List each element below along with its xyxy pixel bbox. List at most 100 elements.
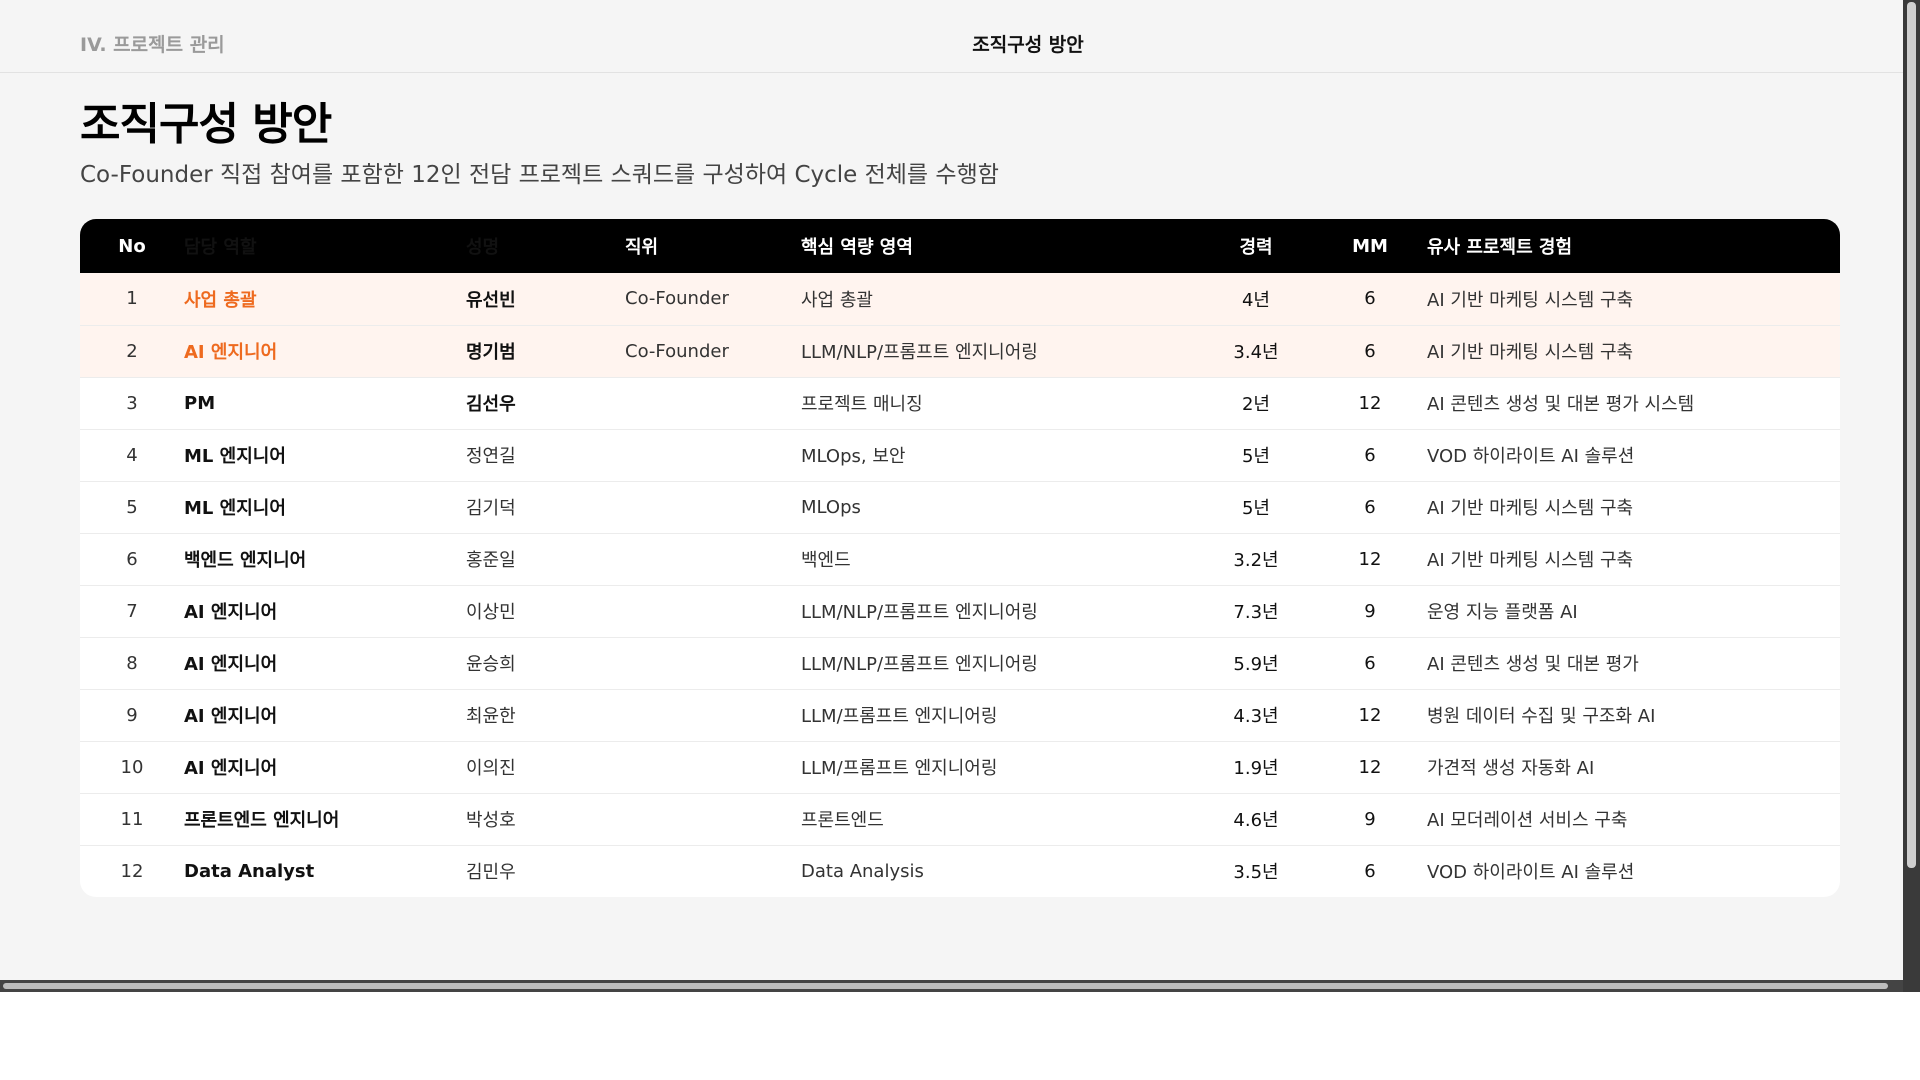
cell-mm: 12	[1358, 704, 1382, 726]
cell-project: AI 기반 마케팅 시스템 구축	[1427, 550, 1634, 571]
cell-name: 김기덕	[466, 498, 516, 519]
vertical-scrollbar-thumb[interactable]	[1907, 2, 1916, 868]
table-row: 10 AI 엔지니어 이의진 LLM/프롬프트 엔지니어링 1.9년 12 가견적 생성 자…	[80, 741, 1840, 793]
cell-name: 윤승희	[466, 654, 516, 675]
cell-career: 4년	[1241, 289, 1270, 311]
cell-career: 5년	[1241, 446, 1270, 467]
table-row: 2 AI 엔지니어 명기범 Co-Founder LLM/NLP/프롬프트 엔지니어링 3…	[80, 325, 1840, 377]
cell-career: 2년	[1241, 394, 1270, 415]
table-row: 12 Data Analyst 김민우 Data Analysis 3.5년 6 VOD 하…	[80, 845, 1840, 897]
cell-position	[625, 637, 801, 689]
cell-no: 7	[126, 600, 138, 622]
horizontal-scrollbar-thumb[interactable]	[3, 983, 1888, 989]
cell-area: 사업 총괄	[801, 289, 873, 311]
column-header-area: 핵심 역량 영역	[801, 237, 913, 258]
column-header-name: 성명	[466, 237, 500, 258]
cell-name: 이상민	[466, 602, 516, 623]
header-title: 조직구성 방안	[972, 34, 1084, 56]
cell-no: 12	[120, 860, 144, 882]
cell-position	[625, 741, 801, 793]
cell-name: 김선우	[466, 394, 516, 415]
cell-career: 3.2년	[1233, 550, 1279, 571]
cell-project: AI 기반 마케팅 시스템 구축	[1427, 342, 1634, 363]
top-bar: IV. 프로젝트 관리 조직구성 방안	[0, 0, 1903, 73]
organization-table-card: No 담당 역할 성명 직위 핵심 역량 영역 경력 MM 유사 프로젝트 경험…	[80, 219, 1840, 897]
cell-role: AI 엔지니어	[184, 706, 278, 727]
table-row: 6 백엔드 엔지니어 홍준일 백엔드 3.2년 12 AI 기반 마케팅 시스템 구축	[80, 533, 1840, 585]
cell-area: 백엔드	[801, 550, 851, 571]
cell-area: LLM/NLP/프롬프트 엔지니어링	[801, 342, 1038, 363]
horizontal-scrollbar[interactable]	[0, 980, 1903, 992]
table-row: 5 ML 엔지니어 김기덕 MLOps 5년 6 AI 기반 마케팅 시스템 구축	[80, 481, 1840, 533]
cell-mm: 12	[1358, 392, 1382, 414]
cell-career: 3.4년	[1233, 342, 1279, 363]
table-row: 1 사업 총괄 유선빈 Co-Founder 사업 총괄 4년 6 AI 기반 마케팅 시스템…	[80, 273, 1840, 325]
cell-mm: 6	[1364, 652, 1376, 674]
cell-role: AI 엔지니어	[184, 758, 278, 779]
slide: IV. 프로젝트 관리 조직구성 방안 조직구성 방안 Co-Founder 직…	[0, 0, 1903, 980]
cell-area: LLM/NLP/프롬프트 엔지니어링	[801, 602, 1038, 623]
cell-name: 김민우	[466, 862, 516, 884]
column-header-role: 담당 역할	[184, 237, 257, 258]
cell-position	[625, 793, 801, 845]
cell-name: 명기범	[466, 342, 516, 363]
cell-career: 3.5년	[1233, 862, 1279, 884]
cell-career: 4.3년	[1233, 706, 1279, 727]
table-row: 9 AI 엔지니어 최윤한 LLM/프롬프트 엔지니어링 4.3년 12 병원 데이터 수집…	[80, 689, 1840, 741]
cell-no: 5	[126, 496, 138, 518]
column-header-project: 유사 프로젝트 경험	[1427, 237, 1573, 258]
cell-area: Data Analysis	[801, 860, 924, 882]
page-title: 조직구성 방안	[80, 99, 332, 150]
table-row: 3 PM 김선우 프로젝트 매니징 2년 12 AI 콘텐츠 생성 및 대본 평가 시스템	[80, 377, 1840, 429]
cell-role: AI 엔지니어	[184, 342, 278, 363]
cell-position	[625, 585, 801, 637]
cell-project: AI 콘텐츠 생성 및 대본 평가 시스템	[1427, 394, 1695, 415]
cell-position	[625, 533, 801, 585]
cell-career: 1.9년	[1233, 758, 1279, 779]
cell-mm: 12	[1358, 548, 1382, 570]
column-header-career: 경력	[1239, 237, 1273, 258]
cell-mm: 12	[1358, 756, 1382, 778]
cell-project: AI 콘텐츠 생성 및 대본 평가	[1427, 654, 1639, 675]
cell-career: 4.6년	[1233, 810, 1279, 831]
cell-no: 3	[126, 392, 138, 414]
cell-no: 9	[126, 704, 138, 726]
cell-name: 유선빈	[466, 289, 516, 311]
cell-mm: 6	[1364, 340, 1376, 362]
cell-career: 7.3년	[1233, 602, 1279, 623]
cell-role: AI 엔지니어	[184, 602, 278, 623]
cell-project: AI 모더레이션 서비스 구축	[1427, 810, 1628, 831]
table-row: 11 프론트엔드 엔지니어 박성호 프론트엔드 4.6년 9 AI 모더레이션 서비스 구축	[80, 793, 1840, 845]
page-subtitle: Co-Founder 직접 참여를 포함한 12인 전담 프로젝트 스쿼드를 구…	[80, 162, 999, 188]
cell-area: 프론트엔드	[801, 810, 884, 831]
column-header-mm: MM	[1352, 235, 1388, 257]
table-row: 4 ML 엔지니어 정연길 MLOps, 보안 5년 6 VOD 하이라이트 AI 솔루션	[80, 429, 1840, 481]
cell-project: VOD 하이라이트 AI 솔루션	[1427, 446, 1635, 467]
table-row: 7 AI 엔지니어 이상민 LLM/NLP/프롬프트 엔지니어링 7.3년 9 운영 지능 …	[80, 585, 1840, 637]
cell-mm: 6	[1364, 860, 1376, 882]
cell-area: LLM/NLP/프롬프트 엔지니어링	[801, 654, 1038, 675]
cell-mm: 6	[1364, 288, 1376, 310]
cell-no: 11	[120, 808, 144, 830]
cell-career: 5년	[1241, 498, 1270, 519]
vertical-scrollbar[interactable]	[1903, 0, 1920, 992]
cell-project: 병원 데이터 수집 및 구조화 AI	[1427, 706, 1656, 727]
cell-no: 1	[126, 288, 138, 310]
cell-role: 백엔드 엔지니어	[184, 550, 307, 571]
cell-mm: 6	[1364, 444, 1376, 466]
cell-position	[625, 845, 801, 897]
cell-area: LLM/프롬프트 엔지니어링	[801, 706, 998, 727]
cell-role: PM	[184, 392, 216, 414]
cell-project: 운영 지능 플랫폼 AI	[1427, 602, 1578, 623]
cell-mm: 6	[1364, 496, 1376, 518]
cell-no: 8	[126, 652, 138, 674]
cell-name: 정연길	[466, 446, 516, 467]
table-row: 8 AI 엔지니어 윤승희 LLM/NLP/프롬프트 엔지니어링 5.9년 6 AI 콘텐츠…	[80, 637, 1840, 689]
cell-area: LLM/프롬프트 엔지니어링	[801, 758, 998, 779]
cell-no: 2	[126, 340, 138, 362]
cell-area: MLOps	[801, 496, 861, 518]
cell-role: AI 엔지니어	[184, 654, 278, 675]
cell-name: 박성호	[466, 810, 516, 831]
cell-no: 10	[120, 756, 144, 778]
cell-position	[625, 377, 801, 429]
